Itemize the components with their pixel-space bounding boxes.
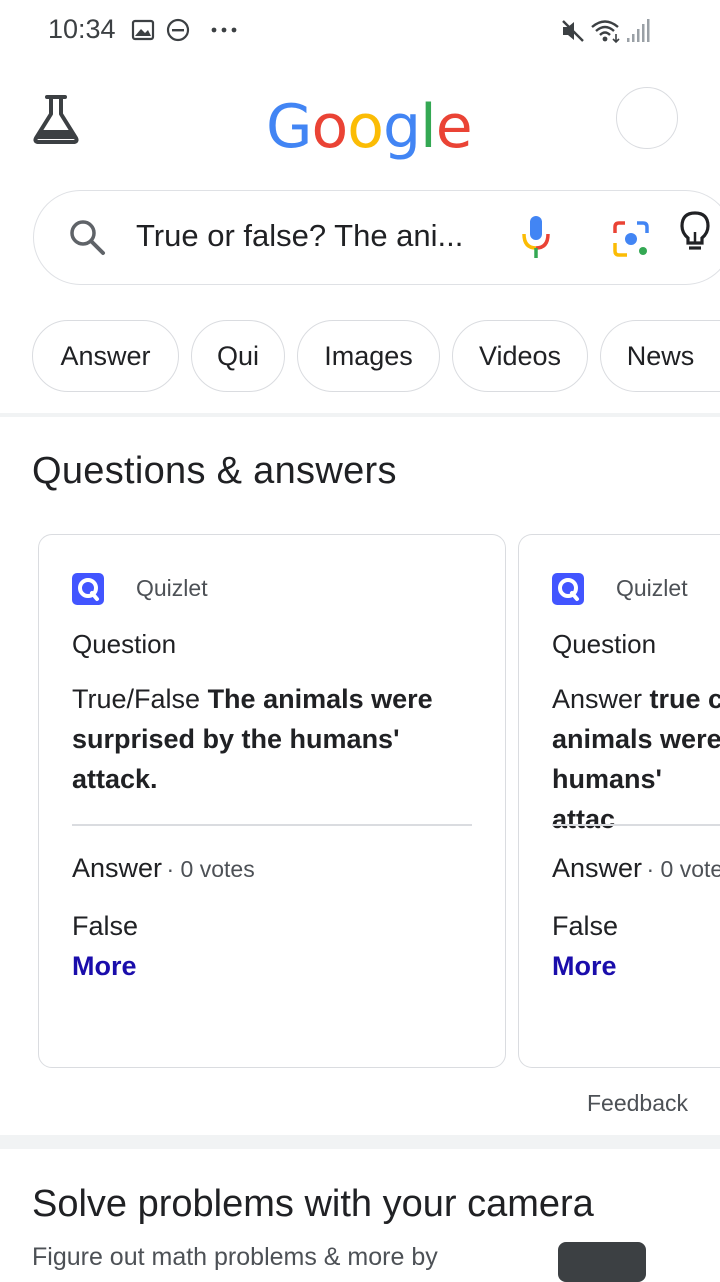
chip-images[interactable]: Images <box>297 320 440 392</box>
lens-camera-icon[interactable] <box>611 219 651 264</box>
feedback-link[interactable]: Feedback <box>587 1090 688 1117</box>
logo-letter: o <box>311 92 349 162</box>
divider <box>0 413 720 417</box>
microphone-icon[interactable] <box>520 214 552 265</box>
labs-flask-icon[interactable] <box>30 94 82 146</box>
image-icon <box>131 18 155 47</box>
logo-letter: g <box>382 92 421 162</box>
qa-card[interactable]: Quizlet Question Answer true c animals w… <box>518 534 720 1068</box>
camera-section-title: Solve problems with your camera <box>32 1183 594 1225</box>
section-divider <box>0 1135 720 1149</box>
google-logo: Google <box>266 92 473 162</box>
wifi-icon <box>590 18 624 49</box>
more-dots-icon <box>210 22 238 43</box>
vote-count: · 0 vote <box>646 856 720 882</box>
question-prefix: True/False <box>72 684 201 714</box>
card-question-heading: Question <box>72 629 177 659</box>
lightbulb-icon[interactable] <box>678 210 712 259</box>
card-answer-row: Answer · 0 vote <box>552 853 720 884</box>
card-question-heading: Question <box>552 629 657 659</box>
card-source[interactable]: Quizlet <box>616 575 688 602</box>
signal-icon <box>626 18 650 49</box>
answer-label: Answer <box>552 853 643 883</box>
chip-answer[interactable]: Answer <box>32 320 179 392</box>
question-prefix: Answer <box>552 684 643 714</box>
camera-section-subtitle: Figure out math problems & more by <box>32 1243 438 1271</box>
search-icon <box>68 218 106 261</box>
card-divider <box>552 824 720 826</box>
qa-card[interactable]: Quizlet Question True/False The animals … <box>38 534 506 1068</box>
card-question-text: Answer true c animals were humans' attac <box>552 679 720 839</box>
card-source[interactable]: Quizlet <box>136 575 208 602</box>
more-link[interactable]: More <box>72 951 137 982</box>
logo-letter: l <box>420 92 437 162</box>
card-answer-row: Answer · 0 votes <box>72 853 255 884</box>
do-not-disturb-icon <box>166 18 190 47</box>
answer-value: False <box>552 911 619 941</box>
answer-value: False <box>72 911 139 941</box>
account-avatar[interactable] <box>616 87 678 149</box>
camera-thumbnail[interactable] <box>558 1242 646 1282</box>
card-divider <box>72 824 472 826</box>
section-title: Questions & answers <box>32 450 397 492</box>
chip-videos[interactable]: Videos <box>452 320 588 392</box>
quizlet-logo-icon <box>552 573 584 605</box>
status-time: 10:34 <box>48 14 116 44</box>
mute-icon <box>560 18 586 49</box>
chip-news[interactable]: News <box>600 320 720 392</box>
logo-letter: G <box>266 92 312 162</box>
search-input[interactable]: True or false? The ani... <box>136 218 463 254</box>
logo-letter: e <box>435 92 473 162</box>
logo-letter: o <box>347 92 384 162</box>
vote-count: · 0 votes <box>166 856 255 882</box>
chip-qui[interactable]: Qui <box>191 320 285 392</box>
more-link[interactable]: More <box>552 951 617 982</box>
answer-label: Answer <box>72 853 163 883</box>
quizlet-logo-icon <box>72 573 104 605</box>
card-question-text: True/False The animals were surprised by… <box>72 679 452 799</box>
